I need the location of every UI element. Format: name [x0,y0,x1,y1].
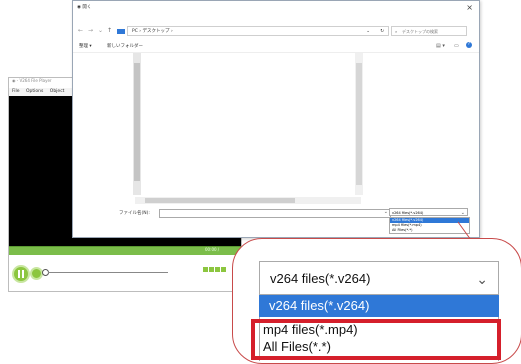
zoomed-filetype-select[interactable]: v264 files(*.v264) ⌄ [259,261,499,295]
highlight-box [251,319,501,360]
chevron-down-icon: ⌄ [476,271,488,287]
zoom-callout: v264 files(*.v264) ⌄ v264 files(*.v264) … [232,238,521,364]
zoomed-select-value: v264 files(*.v264) [270,271,371,286]
zoomed-option-selected[interactable]: v264 files(*.v264) [259,295,499,317]
